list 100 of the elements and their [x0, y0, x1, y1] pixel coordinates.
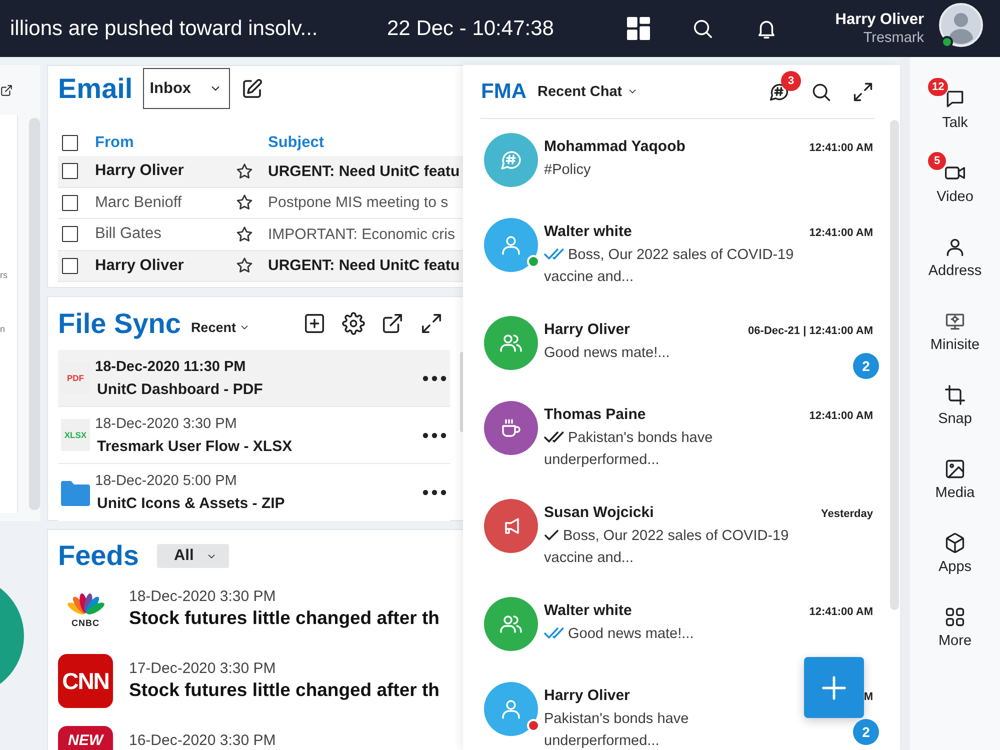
card-title: Feeds [58, 540, 139, 572]
feed-headline[interactable]: Stock futures little changed after th [129, 678, 440, 702]
more-icon[interactable] [422, 374, 447, 382]
column-header: Subject [268, 134, 325, 152]
sidebar-item[interactable]: Address [928, 236, 982, 279]
checkbox[interactable] [62, 258, 78, 274]
message-preview: Pakistan's bonds have underperformed... [544, 430, 713, 468]
notification-badge: 3 [781, 70, 801, 90]
email-subject: IMPORTANT: Economic cris [268, 226, 456, 243]
star-icon[interactable] [235, 193, 254, 212]
user-avatar-icon[interactable] [939, 2, 983, 46]
column-header: From [95, 134, 135, 152]
more-icon[interactable] [422, 432, 447, 438]
scrollbar-thumb[interactable] [29, 118, 40, 510]
email-subject: Postpone MIS meeting to s [268, 194, 450, 212]
feed-date: 17-Dec-2020 3:30 PM [129, 660, 277, 678]
message-time: 12:41:00 AM [809, 141, 873, 156]
add-icon[interactable] [303, 312, 326, 335]
unread-count-badge: 2 [853, 719, 879, 745]
checkbox[interactable] [62, 163, 78, 180]
sidebar-item[interactable]: More [938, 606, 972, 649]
contact-name: Walter white [544, 601, 632, 621]
file-type-tile: XLSX [61, 419, 90, 451]
expand-icon[interactable] [420, 312, 443, 335]
message-time: 12:41:00 AM [809, 409, 873, 424]
folder-icon [61, 480, 90, 506]
logo-text: CNBC [72, 618, 100, 628]
sidebar-item[interactable]: Minisite [930, 310, 980, 353]
feed-date: 16-Dec-2020 3:30 PM [129, 732, 276, 750]
file-row[interactable]: PDF 18-Dec-2020 11:30 PM UnitC Dashboard - PDF [58, 350, 450, 407]
file-date: 18-Dec-2020 11:30 PM [95, 358, 247, 376]
date-time: 22 Dec - 10:47:38 [387, 16, 555, 40]
message-preview: Boss, Our 2022 sales of COVID-19 vaccine and... [544, 247, 794, 285]
sidebar-item[interactable]: Apps [938, 532, 972, 575]
card-title: Email [58, 72, 133, 104]
notification-badge: 5 [927, 151, 947, 171]
view-dropdown[interactable]: Recent Chat [538, 84, 638, 100]
sidebar-item[interactable]: Media [935, 458, 975, 501]
user-name: Harry Oliver [835, 10, 924, 28]
crop-icon [944, 384, 966, 406]
dashboard-icon[interactable] [627, 17, 650, 40]
file-date: 18-Dec-2020 5:00 PM [95, 472, 238, 491]
message-time: 06-Dec-21 | 12:41:00 AM [748, 324, 873, 339]
contact-name: Thomas Paine [544, 405, 646, 425]
app-title: FMA [481, 80, 526, 104]
contact-name: Mohammad Yaqoob [544, 137, 686, 157]
panel-text: n [0, 324, 6, 335]
notification-badge: 12 [927, 77, 950, 97]
news-logo: CNN [58, 654, 113, 708]
scrollbar-thumb[interactable] [890, 120, 899, 610]
sidebar-item[interactable]: Snap [938, 384, 972, 427]
star-icon[interactable] [235, 256, 254, 276]
message-preview: Good news mate!... [568, 626, 694, 642]
message-preview: Pakistan's bonds have underperformed... [544, 711, 689, 749]
file-name: UnitC Icons & Assets - ZIP [96, 494, 286, 514]
contact-name: Walter white [544, 222, 632, 242]
sort-dropdown[interactable]: Recent [190, 320, 250, 335]
message-time: Yesterday [821, 507, 873, 522]
external-link-icon[interactable] [0, 84, 13, 97]
image-icon [944, 458, 966, 480]
news-logo: NEW [58, 726, 113, 750]
unread-count-badge: 2 [853, 353, 879, 379]
external-link-icon[interactable] [381, 312, 404, 335]
cube-icon [944, 532, 966, 554]
sender-name: Bill Gates [95, 225, 162, 244]
star-icon[interactable] [235, 162, 254, 181]
email-row[interactable]: Harry Oliver URGENT: Need UnitC featu [58, 250, 463, 282]
message-preview: Boss, Our 2022 sales of COVID-19 vaccine and... [544, 528, 789, 566]
feed-date: 18-Dec-2020 3:30 PM [129, 588, 277, 606]
checkbox[interactable] [62, 135, 78, 151]
folder-select[interactable]: Inbox [142, 68, 230, 109]
add-button[interactable] [804, 657, 864, 718]
email-row[interactable]: Marc Benioff Postpone MIS meeting to s [58, 188, 463, 219]
message-time: M [864, 690, 873, 705]
email-subject: URGENT: Need UnitC featu [268, 162, 461, 180]
filter-dropdown[interactable]: All [156, 544, 229, 568]
panel-text: rs [0, 270, 8, 281]
file-date: 18-Dec-2020 3:30 PM [95, 414, 238, 434]
sender-name: Marc Benioff [95, 194, 183, 212]
file-name: UnitC Dashboard - PDF [96, 380, 264, 400]
grid-icon [944, 606, 966, 628]
expand-icon[interactable] [852, 80, 874, 102]
file-name: Tresmark User Flow - XLSX [96, 436, 294, 456]
settings-icon[interactable] [342, 312, 365, 335]
star-icon[interactable] [235, 224, 254, 244]
company-name: Tresmark [862, 28, 924, 48]
message-time: 12:41:00 AM [809, 226, 873, 241]
search-icon[interactable] [691, 17, 714, 40]
email-row[interactable]: Harry Oliver URGENT: Need UnitC featu [58, 156, 463, 188]
checkbox[interactable] [62, 226, 78, 242]
message-preview: #Policy [544, 162, 591, 178]
contact-name: Harry Oliver [544, 320, 630, 340]
news-ticker: illions are pushed toward insolv... [10, 16, 319, 40]
checkbox[interactable] [62, 194, 78, 211]
sender-name: Harry Oliver [95, 162, 185, 180]
message-preview: Good news mate!... [544, 345, 670, 361]
peacock-logo-icon [66, 590, 106, 616]
more-icon[interactable] [422, 489, 447, 496]
feed-headline[interactable]: Stock futures little changed after th [129, 606, 440, 630]
card-title: File Sync [58, 308, 181, 340]
